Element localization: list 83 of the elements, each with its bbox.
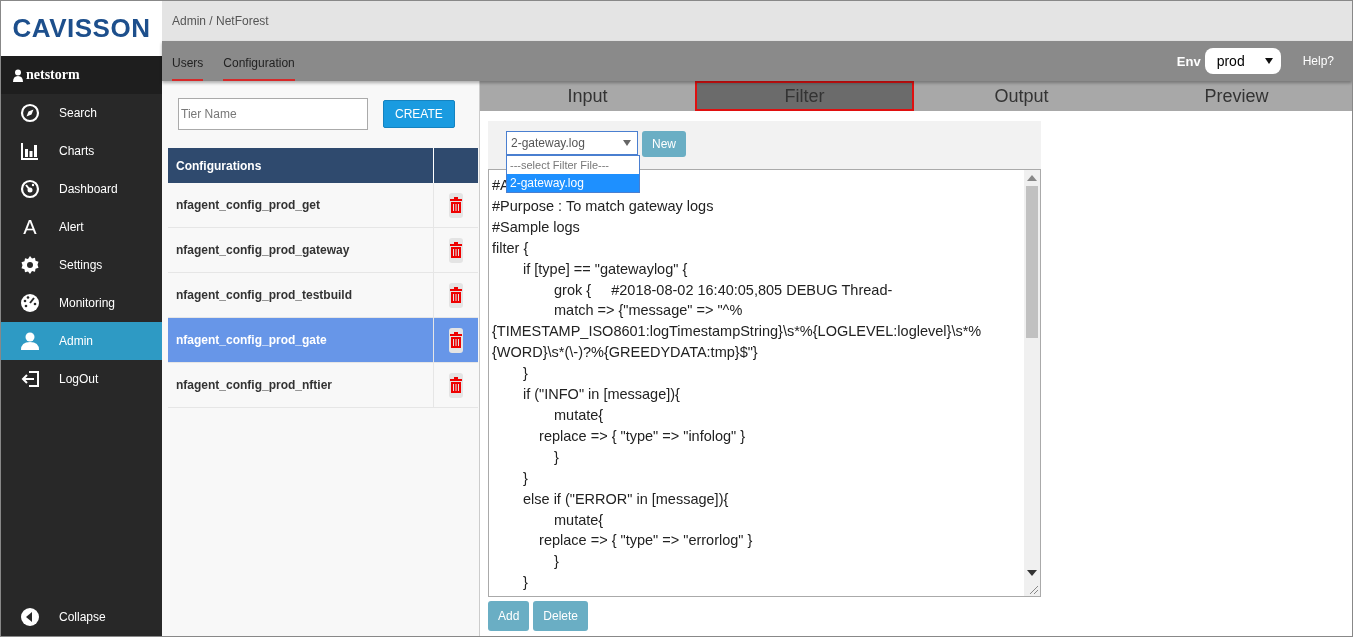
trash-icon <box>450 197 462 213</box>
scroll-down-icon[interactable] <box>1027 570 1037 576</box>
config-name[interactable]: nfagent_config_prod_get <box>168 183 434 228</box>
config-name[interactable]: nfagent_config_prod_gateway <box>168 227 434 273</box>
breadcrumb: Admin / NetForest <box>172 14 269 28</box>
code-line: filter { <box>492 238 530 258</box>
tier-name-field[interactable]: Tier Name <box>178 98 368 130</box>
person-icon <box>20 331 40 351</box>
resize-grip-icon[interactable] <box>1027 583 1039 595</box>
nav-item[interactable]: Search <box>1 94 162 132</box>
delete-button[interactable] <box>449 327 463 353</box>
nav-label: Charts <box>59 144 95 158</box>
env-label: Env <box>1176 53 1201 69</box>
column-header: Configurations <box>168 148 434 183</box>
delete-button[interactable] <box>449 192 463 218</box>
delete-button[interactable] <box>449 237 463 263</box>
code-line: #Purpose : To match gateway logs <box>492 196 715 216</box>
nav-item[interactable]: LogOut <box>1 360 162 398</box>
nav-label: Settings <box>59 258 103 272</box>
config-name[interactable]: nfagent_config_prod_gate <box>168 317 434 363</box>
code-line: if [type] == "gatewaylog" { <box>522 259 689 279</box>
code-line: match => {"message" => "^% <box>553 301 744 321</box>
scrollbar[interactable] <box>1024 170 1040 596</box>
gear-icon <box>20 255 40 275</box>
letter-icon: A <box>20 215 40 239</box>
code-line: } <box>553 447 560 467</box>
username: netstorm <box>26 67 80 83</box>
bar-chart-icon <box>20 141 40 161</box>
trash-icon <box>450 377 462 393</box>
config-name[interactable]: nfagent_config_prod_nftier <box>168 362 434 408</box>
dropdown-option[interactable]: ---select Filter File--- <box>507 156 639 174</box>
nav-item[interactable]: A Alert <box>1 208 162 246</box>
nav-item[interactable]: Settings <box>1 246 162 284</box>
nav-label: Admin <box>59 334 93 348</box>
nav-label: Monitoring <box>59 296 116 310</box>
sub-tab[interactable]: Preview <box>1129 81 1344 111</box>
scroll-up-icon[interactable] <box>1027 175 1037 181</box>
logout-icon <box>20 369 40 389</box>
nav-item[interactable]: Dashboard <box>1 170 162 208</box>
collapse-icon <box>20 607 40 627</box>
filter-file-select[interactable]: 2-gateway.log <box>506 131 638 155</box>
nav-item[interactable]: Charts <box>1 132 162 170</box>
code-line: {TIMESTAMP_ISO8601:logTimestampString}\s*%{LOGLEVEL:loglevel}\s*% <box>492 322 983 342</box>
user-icon <box>13 68 23 82</box>
help-link[interactable]: Help? <box>1302 54 1334 68</box>
code-line: replace => { "type" => "infolog" } <box>538 426 747 446</box>
code-line: #Sample logs <box>492 217 581 237</box>
nav-item[interactable]: Admin <box>1 322 162 360</box>
code-line: grok { #2018-08-02 16:40:05,805 DEBUG Thread- <box>553 280 894 300</box>
code-line: mutate{ <box>553 405 605 425</box>
sub-tab[interactable]: Output <box>914 81 1129 111</box>
logo: CAVISSON <box>1 1 162 56</box>
nav-item[interactable]: Monitoring <box>1 284 162 322</box>
code-line: {WORD}\s*(\-)?%{GREEDYDATA:tmp}$"} <box>492 343 759 363</box>
create-button[interactable]: CREATE <box>383 100 455 128</box>
code-line: } <box>522 364 529 384</box>
config-name[interactable]: nfagent_config_prod_testbuild <box>168 272 434 318</box>
dropdown-option[interactable]: 2-gateway.log <box>507 174 639 192</box>
delete-button[interactable] <box>449 372 463 398</box>
env-select[interactable]: prod <box>1204 48 1281 74</box>
caret-icon <box>623 140 631 146</box>
trash-icon <box>450 287 462 303</box>
nav-label: Search <box>59 106 98 120</box>
dial-icon <box>20 293 40 313</box>
collapse-button[interactable]: Collapse <box>1 598 162 636</box>
caret-icon <box>1264 58 1273 64</box>
nav-label: LogOut <box>59 372 99 386</box>
trash-icon <box>450 332 462 348</box>
code-line: if ("INFO" in [message]){ <box>522 385 681 405</box>
compass-icon <box>20 103 40 123</box>
code-line: replace => { "type" => "errorlog" } <box>538 531 754 551</box>
code-line: mutate{ <box>553 510 605 530</box>
delete-button[interactable] <box>449 282 463 308</box>
code-line: } <box>522 468 529 488</box>
sub-tab[interactable]: Input <box>480 81 695 111</box>
gauge-icon <box>20 179 40 199</box>
nav-label: Dashboard <box>59 182 118 196</box>
code-line: else if ("ERROR" in [message]){ <box>522 489 730 509</box>
code-line: } <box>522 573 529 593</box>
code-line: } <box>553 552 560 572</box>
code-editor[interactable] <box>488 169 1041 597</box>
nav-label: Alert <box>59 220 84 234</box>
trash-icon <box>450 242 462 258</box>
